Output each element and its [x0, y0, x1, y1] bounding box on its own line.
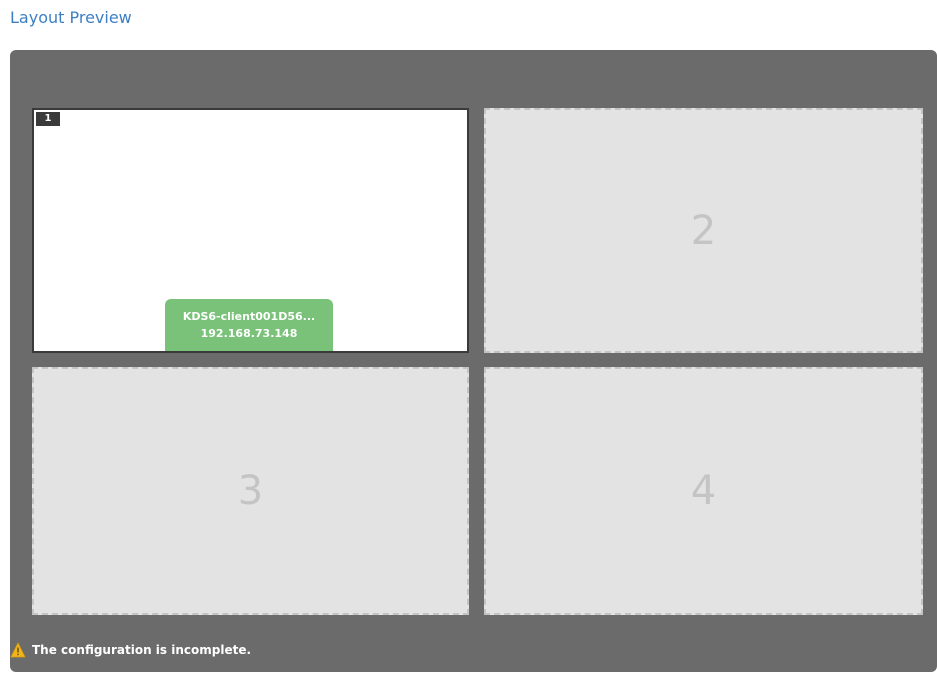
- layout-cell-2[interactable]: 2: [484, 108, 923, 353]
- source-name: KDS6-client001D56...: [182, 310, 316, 323]
- source-ip: 192.168.73.148: [200, 327, 298, 340]
- layout-preview-title: Layout Preview: [10, 8, 132, 27]
- cell-index-badge: 1: [36, 112, 60, 126]
- cell-number: 3: [237, 468, 264, 514]
- layout-cell-3[interactable]: 3: [32, 367, 469, 615]
- layout-preview-frame: 1 KDS6-client001D56... 192.168.73.148 2 …: [10, 50, 937, 672]
- cell-number: 2: [690, 207, 717, 254]
- warning-icon: [10, 642, 26, 658]
- layout-cell-4[interactable]: 4: [484, 367, 923, 615]
- status-message: The configuration is incomplete.: [32, 643, 252, 657]
- status-bar: The configuration is incomplete.: [10, 640, 251, 660]
- source-tag[interactable]: KDS6-client001D56... 192.168.73.148: [165, 299, 333, 351]
- layout-cell-1[interactable]: 1 KDS6-client001D56... 192.168.73.148: [32, 108, 469, 353]
- cell-number: 4: [690, 468, 717, 514]
